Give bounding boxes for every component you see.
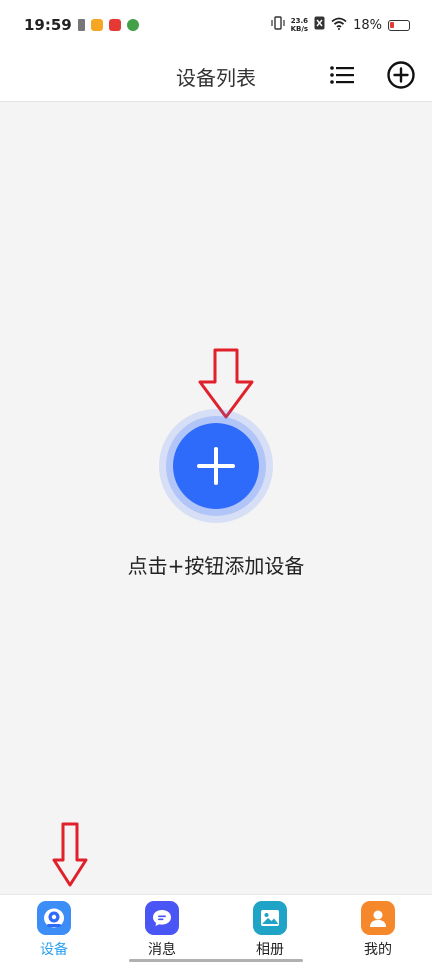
tab-label: 相册: [256, 942, 284, 958]
arrow-down-icon: [52, 822, 88, 888]
status-bar: 19:59 23.6 KB/s 18%: [0, 0, 432, 50]
user-icon: [361, 901, 395, 935]
message-icon: [145, 901, 179, 935]
tab-label: 我的: [364, 942, 392, 958]
add-device-button[interactable]: [159, 409, 273, 523]
empty-hint: 点击+按钮添加设备: [127, 554, 305, 578]
home-indicator[interactable]: [129, 959, 303, 962]
tab-label: 消息: [148, 942, 176, 958]
weibo-icon: [90, 19, 103, 31]
tab-bar: 设备 消息 相册 我的: [0, 894, 432, 964]
wifi-icon: [331, 17, 347, 34]
net-speed: 23.6 KB/s: [290, 17, 309, 33]
battery-saver-icon: [77, 19, 85, 31]
wechat-icon: [126, 19, 139, 31]
header: 设备列表: [0, 50, 432, 102]
vibrate-icon: [271, 16, 285, 34]
list-view-icon[interactable]: [328, 62, 356, 88]
battery-icon: [388, 19, 410, 31]
camera-icon: [37, 901, 71, 935]
tab-label: 设备: [40, 942, 68, 958]
tab-album[interactable]: 相册: [216, 895, 324, 964]
tab-devices[interactable]: 设备: [0, 895, 108, 964]
battery-percent: 18%: [353, 17, 382, 33]
plus-icon: [197, 447, 235, 485]
status-time: 19:59: [24, 16, 72, 34]
no-sim-icon: [314, 16, 325, 34]
image-icon: [253, 901, 287, 935]
add-device-icon[interactable]: [386, 60, 416, 90]
app-notification-icon: [108, 19, 121, 31]
screen: 19:59 23.6 KB/s 18% 设备列表 点击+按钮添加设备 设备 消息…: [0, 0, 432, 964]
tab-profile[interactable]: 我的: [324, 895, 432, 964]
page-title: 设备列表: [176, 66, 256, 90]
tab-messages[interactable]: 消息: [108, 895, 216, 964]
